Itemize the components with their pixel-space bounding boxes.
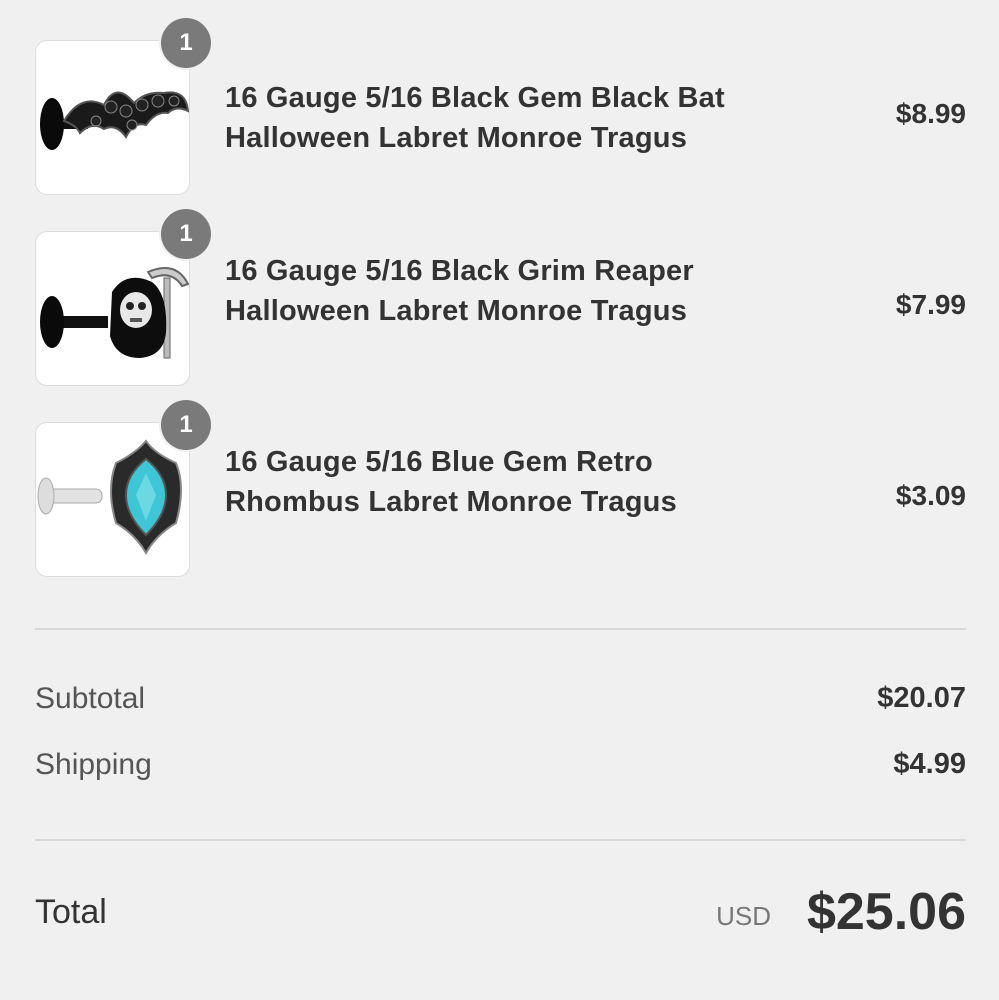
total-value: $25.06 <box>806 883 966 941</box>
product-title[interactable]: 16 Gauge 5/16 Black Gem Black Bat Hallow… <box>225 78 785 158</box>
subtotal-value: $20.07 <box>877 682 966 714</box>
quantity-badge: 1 <box>161 400 211 450</box>
subtotal-label: Subtotal <box>35 682 146 715</box>
divider <box>35 839 966 841</box>
product-thumbnail: 1 <box>35 18 211 195</box>
product-title[interactable]: 16 Gauge 5/16 Black Grim Reaper Hallowee… <box>225 251 785 331</box>
product-title-line: 16 Gauge 5/16 Black Gem Black Bat <box>225 82 725 114</box>
product-thumbnail: 1 <box>35 209 211 386</box>
shipping-label: Shipping <box>35 748 152 781</box>
product-title-line: Rhombus Labret Monroe Tragus <box>225 486 677 518</box>
shipping-value: $4.99 <box>893 748 966 780</box>
quantity-badge: 1 <box>161 209 211 259</box>
total-label: Total <box>35 893 107 931</box>
cart-item: 1 16 Gauge 5/16 Blue Gem Retro Rhombus L… <box>0 400 999 582</box>
product-price: $3.09 <box>895 480 966 511</box>
order-summary: { "items": [ { "title_line1": "16 Gauge … <box>0 0 999 1000</box>
divider <box>35 628 966 630</box>
product-price: $8.99 <box>895 98 966 129</box>
product-title[interactable]: 16 Gauge 5/16 Blue Gem Retro Rhombus Lab… <box>225 442 785 522</box>
product-title-line: 16 Gauge 5/16 Black Grim Reaper <box>225 255 694 287</box>
product-title-line: Halloween Labret Monroe Tragus <box>225 122 688 154</box>
product-thumbnail: 1 <box>35 400 211 577</box>
quantity-badge: 1 <box>161 18 211 68</box>
product-price: $7.99 <box>895 289 966 320</box>
product-title-line: 16 Gauge 5/16 Blue Gem Retro <box>225 446 653 478</box>
bat-labret-image <box>35 40 190 195</box>
grim-reaper-labret-image <box>35 231 190 386</box>
cart-item: 1 16 Gauge 5/16 Black Grim Reaper Hallow… <box>0 209 999 391</box>
blue-gem-rhombus-labret-image <box>35 422 190 577</box>
currency-code: USD <box>716 901 771 931</box>
product-title-line: Halloween Labret Monroe Tragus <box>225 295 688 327</box>
cart-item: 1 16 Gauge 5/16 Black Gem Black Bat Hall… <box>0 18 999 200</box>
